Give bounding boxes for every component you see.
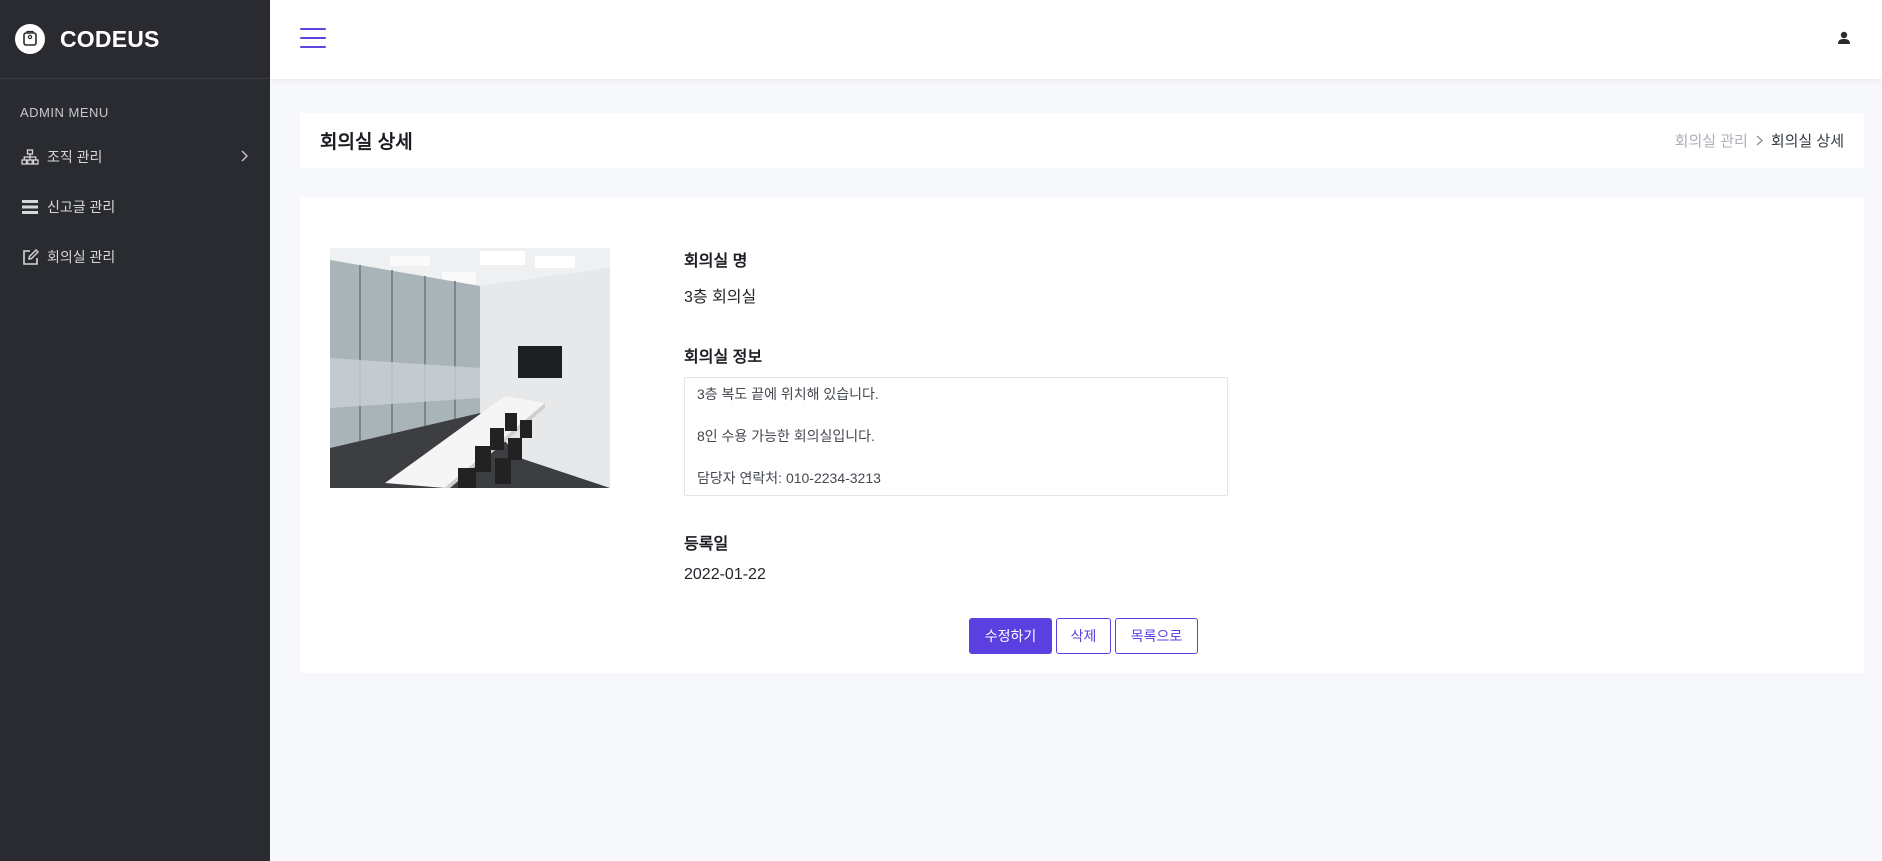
room-info-line: 3층 복도 끝에 위치해 있습니다. (697, 386, 879, 402)
breadcrumb: 회의실 관리 회의실 상세 (1675, 130, 1844, 151)
action-buttons: 수정하기 삭제 목록으로 (969, 618, 1202, 654)
room-detail-card: 회의실 명 3층 회의실 회의실 정보 3층 복도 끝에 위치해 있습니다. 8… (300, 197, 1864, 673)
breadcrumb-separator-icon (1756, 133, 1763, 149)
sidebar-item-reports[interactable]: 신고글 관리 (0, 182, 270, 232)
room-photo (330, 248, 610, 488)
page-header: 회의실 상세 회의실 관리 회의실 상세 (300, 113, 1864, 168)
brand-name: CODEUS (60, 25, 160, 52)
breadcrumb-current: 회의실 상세 (1770, 133, 1844, 150)
sidebar-item-organization[interactable]: 조직 관리 (0, 132, 270, 182)
room-name-label: 회의실 명 (684, 253, 748, 270)
sidebar-item-label: 회의실 관리 (47, 249, 116, 265)
brand[interactable]: CODEUS (0, 0, 270, 79)
user-icon[interactable] (1836, 30, 1852, 46)
breadcrumb-parent-link[interactable]: 회의실 관리 (1675, 130, 1748, 151)
sidebar-item-label: 신고글 관리 (47, 199, 116, 215)
sidebar-item-label: 조직 관리 (47, 149, 103, 165)
room-info-label: 회의실 정보 (684, 349, 763, 366)
room-name-value: 3층 회의실 (684, 289, 757, 306)
back-to-list-button[interactable]: 목록으로 (1115, 618, 1198, 654)
room-info-box: 3층 복도 끝에 위치해 있습니다. 8인 수용 가능한 회의실입니다. 담당자… (684, 377, 1228, 496)
sidebar-menu: 조직 관리 신고글 관리 회의실 관리 (0, 132, 270, 282)
brand-logo-icon (15, 24, 45, 54)
delete-button[interactable]: 삭제 (1056, 618, 1111, 654)
sitemap-icon (21, 148, 39, 166)
sidebar: CODEUS ADMIN MENU 조직 관리 신고글 관리 회의실 관리 (0, 0, 270, 861)
registration-date-label: 등록일 (684, 536, 729, 553)
sidebar-item-meeting-rooms[interactable]: 회의실 관리 (0, 232, 270, 282)
hamburger-icon[interactable] (300, 28, 326, 52)
topbar (270, 0, 1882, 79)
room-info-line: 담당자 연락처: 010-2234-3213 (697, 470, 881, 486)
edit-icon (21, 248, 39, 266)
chevron-right-icon (240, 149, 248, 165)
room-details: 회의실 명 3층 회의실 회의실 정보 3층 복도 끝에 위치해 있습니다. 8… (684, 247, 1228, 584)
page-title: 회의실 상세 (320, 132, 413, 153)
menu-title: ADMIN MENU (20, 105, 109, 120)
room-info-line: 8인 수용 가능한 회의실입니다. (697, 428, 875, 444)
edit-button[interactable]: 수정하기 (969, 618, 1052, 654)
list-icon (21, 198, 39, 216)
registration-date-value: 2022-01-22 (684, 566, 766, 583)
